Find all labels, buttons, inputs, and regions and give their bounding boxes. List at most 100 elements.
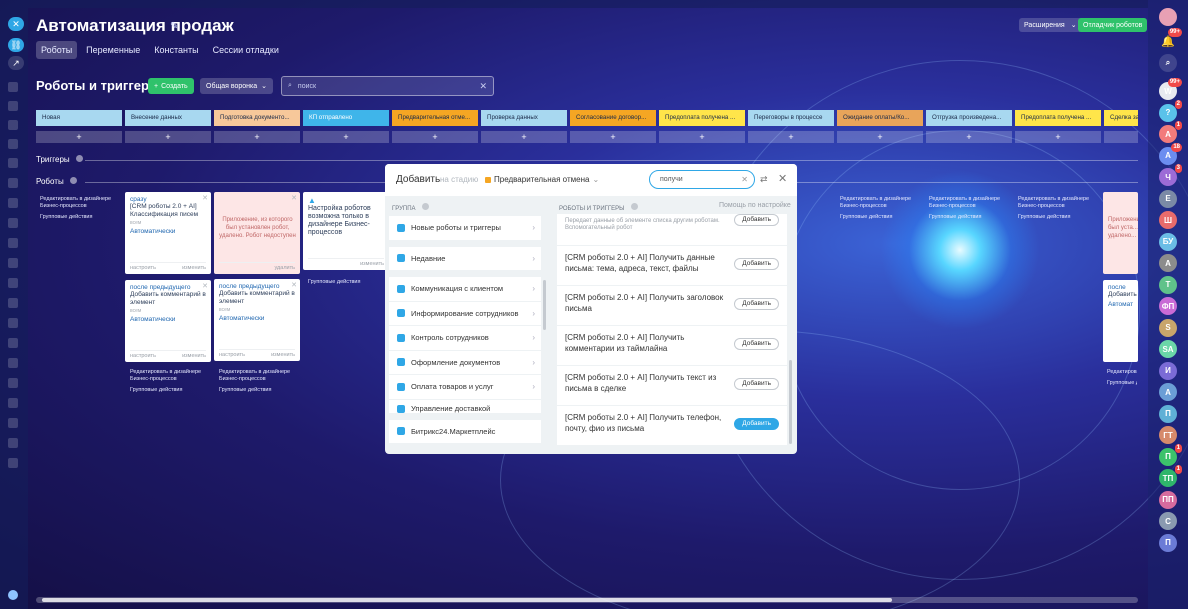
robot-condition[interactable]: сразу xyxy=(130,196,207,203)
robot-condition[interactable]: после xyxy=(1108,284,1138,291)
configure-link[interactable]: настроить xyxy=(219,352,245,358)
add-stage-button[interactable]: + xyxy=(125,131,211,143)
menu-icon[interactable] xyxy=(8,238,18,248)
add-stage-button[interactable]: + xyxy=(659,131,745,143)
robot-card[interactable]: ✕ сразу [CRM роботы 2.0 + AI] Классифика… xyxy=(125,192,211,274)
chat-avatar[interactable]: П1 xyxy=(1159,443,1182,466)
chat-avatar[interactable]: ФП xyxy=(1159,297,1177,315)
menu-icon[interactable] xyxy=(8,458,18,468)
edit-in-designer-link[interactable]: Редактировать в дизайнере Бизнес-процесс… xyxy=(929,196,1011,210)
group-actions-link[interactable]: Групповые действия xyxy=(1018,214,1100,221)
menu-icon[interactable] xyxy=(8,258,18,268)
robot-scrollbar[interactable] xyxy=(789,360,792,444)
menu-icon[interactable] xyxy=(8,338,18,348)
add-robot-button[interactable]: Добавить xyxy=(734,378,779,390)
close-icon[interactable]: ✕ xyxy=(202,282,208,290)
add-robot-button[interactable]: Добавить xyxy=(734,338,779,350)
add-stage-button[interactable]: + xyxy=(36,131,122,143)
info-icon[interactable] xyxy=(69,177,77,184)
group-actions-link[interactable]: Групповые действия xyxy=(130,387,212,394)
chat-avatar[interactable]: П xyxy=(1159,404,1177,423)
robot-card-unavailable[interactable]: Приложени... был уста... удалено... xyxy=(1103,192,1138,274)
edit-in-designer-link[interactable]: Редактировать в дизайнере Бизнес-процесс… xyxy=(219,369,301,383)
menu-icon[interactable] xyxy=(8,298,18,308)
add-robot-button[interactable]: Добавить xyxy=(734,258,779,270)
horizontal-scrollbar[interactable] xyxy=(36,597,1138,603)
close-icon[interactable]: ✕ xyxy=(778,172,787,185)
delete-link[interactable]: удалить xyxy=(274,265,295,271)
filter-icon[interactable]: ⇄ xyxy=(760,174,768,185)
funnel-select[interactable]: Общая воронка ⌄ xyxy=(200,78,274,94)
chat-avatar[interactable]: T xyxy=(1159,275,1177,294)
menu-icon[interactable] xyxy=(8,198,18,208)
menu-icon[interactable] xyxy=(8,378,18,388)
edit-in-designer-link[interactable]: Редактировать в дизайнере Бизнес-процесс… xyxy=(840,196,922,210)
menu-icon[interactable] xyxy=(8,278,18,288)
close-icon[interactable]: ✕ xyxy=(291,281,297,289)
create-button[interactable]: + Создать xyxy=(148,78,194,94)
group-actions-link[interactable]: Групповые действия xyxy=(1107,380,1137,387)
menu-icon[interactable] xyxy=(8,120,18,130)
menu-icon[interactable] xyxy=(8,438,18,448)
info-icon[interactable] xyxy=(630,203,638,210)
chat-avatar[interactable]: ? 2 xyxy=(1159,99,1182,122)
chat-avatar[interactable]: П xyxy=(1159,533,1177,552)
clear-icon[interactable]: ✕ xyxy=(741,171,748,188)
stage-select[interactable]: Предварительная отмена ⌄ xyxy=(485,175,599,184)
group-actions-link[interactable]: Групповые действия xyxy=(308,279,390,286)
robot-debugger-button[interactable]: Отладчик роботов xyxy=(1078,18,1148,32)
chat-avatar[interactable]: A 18 xyxy=(1159,142,1182,165)
edit-link[interactable]: изменить xyxy=(271,352,295,358)
edit-link[interactable]: изменить xyxy=(182,353,206,359)
group-item-marketplace[interactable]: Битрикс24.Маркетплейс xyxy=(389,419,541,444)
robot-execution[interactable]: Автоматически xyxy=(130,316,207,323)
menu-icon[interactable] xyxy=(8,101,18,111)
tab-debug-sessions[interactable]: Сессии отладки xyxy=(208,41,284,59)
search-input[interactable]: ⌕ поиск ✕ xyxy=(281,76,494,96)
link-icon[interactable]: ⛓ xyxy=(8,38,24,52)
robot-card[interactable]: после Добавить Автомат xyxy=(1103,280,1138,362)
robot-card-unavailable[interactable]: ✕ Приложение, из которого был установлен… xyxy=(214,192,300,274)
chat-avatar[interactable]: ПП xyxy=(1159,490,1177,509)
menu-icon[interactable] xyxy=(8,218,18,228)
group-item-recent[interactable]: Недавние › xyxy=(389,246,541,271)
edit-in-designer-link[interactable]: Редактировать в дизайнере Бизнес-процесс… xyxy=(1107,369,1137,376)
add-robot-button[interactable]: Добавить xyxy=(734,298,779,310)
chat-avatar[interactable]: A xyxy=(1159,254,1177,272)
robot-card-designer[interactable]: ▲ Настройка роботов возможна только в ди… xyxy=(303,192,389,270)
group-item-staff-control[interactable]: Контроль сотрудников › xyxy=(389,326,541,351)
clear-icon[interactable]: ✕ xyxy=(479,81,487,92)
group-actions-link[interactable]: Групповые действия xyxy=(840,214,922,221)
menu-icon[interactable] xyxy=(8,82,18,92)
group-actions-link[interactable]: Групповые действия xyxy=(929,214,1011,221)
robot-condition[interactable]: после предыдущего xyxy=(130,284,207,291)
group-item-documents[interactable]: Оформление документов › xyxy=(389,350,541,375)
menu-icon[interactable] xyxy=(8,139,18,149)
group-item-new[interactable]: Новые роботы и триггеры › xyxy=(389,216,541,241)
robot-execution[interactable]: Автомат xyxy=(1108,301,1138,308)
chat-avatar[interactable]: E xyxy=(1159,189,1177,208)
edit-in-designer-link[interactable]: Редактировать в дизайнере Бизнес-процесс… xyxy=(130,369,212,383)
chat-avatar[interactable]: ТП 1 xyxy=(1159,465,1182,487)
add-stage-button[interactable]: + xyxy=(570,131,656,143)
tab-robots[interactable]: Роботы xyxy=(36,41,78,59)
robot-execution[interactable]: Автоматически xyxy=(130,228,207,235)
edit-link[interactable]: изменить xyxy=(182,265,206,271)
dialog-search-input[interactable]: получи ✕ xyxy=(649,170,755,189)
close-icon[interactable]: ✕ xyxy=(8,17,24,31)
help-link[interactable]: Помощь по настройке xyxy=(719,202,791,209)
search-icon[interactable]: ⌕ xyxy=(1159,54,1177,72)
add-stage-button[interactable]: + xyxy=(1015,131,1101,143)
menu-icon[interactable] xyxy=(8,418,18,428)
group-item-notify-staff[interactable]: Информирование сотрудников › xyxy=(389,301,541,326)
configure-link[interactable]: настроить xyxy=(130,265,156,271)
menu-icon[interactable] xyxy=(8,358,18,368)
menu-icon[interactable] xyxy=(8,178,18,188)
group-item-communication[interactable]: Коммуникация с клиентом › xyxy=(389,277,541,302)
chat-avatar[interactable]: Ч3 xyxy=(1159,164,1182,186)
group-actions-link[interactable]: Групповые действия xyxy=(219,387,301,394)
close-icon[interactable]: ✕ xyxy=(291,194,297,202)
chat-avatar[interactable]: Ш xyxy=(1159,211,1177,229)
group-item-payment[interactable]: Оплата товаров и услуг › xyxy=(389,375,541,400)
scrollbar-thumb[interactable] xyxy=(42,598,892,602)
